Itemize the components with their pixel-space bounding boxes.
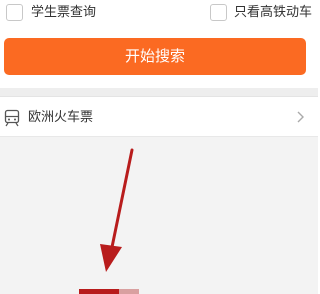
chevron-right-icon [297, 111, 304, 123]
section-divider [0, 88, 318, 97]
highlight-marker [79, 289, 119, 294]
europe-train-ticket-label: 欧洲火车票 [28, 110, 94, 125]
content-area [0, 137, 318, 294]
europe-train-ticket-row[interactable]: 欧洲火车票 [0, 97, 318, 137]
train-icon [4, 109, 20, 127]
high-speed-only-label[interactable]: 只看高铁动车 [234, 4, 312, 21]
student-ticket-label[interactable]: 学生票查询 [31, 4, 96, 21]
start-search-button[interactable]: 开始搜索 [4, 38, 306, 75]
search-options-row: 学生票查询 只看高铁动车 [0, 0, 318, 28]
highlight-marker-fade [119, 289, 139, 294]
high-speed-only-checkbox[interactable] [210, 4, 227, 21]
student-ticket-checkbox[interactable] [6, 4, 23, 21]
